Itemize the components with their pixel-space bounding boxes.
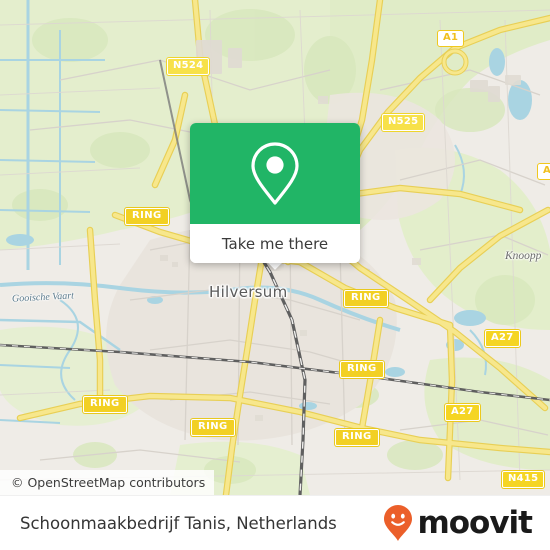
take-me-there-label: Take me there (221, 234, 329, 253)
place-callout-card[interactable]: Take me there (190, 123, 360, 263)
osm-attribution-text: © OpenStreetMap contributors (11, 475, 206, 490)
moovit-place-map-screen: Hilversum Gooische Vaart Knoopp N524 A1 … (0, 0, 550, 550)
osm-attribution[interactable]: © OpenStreetMap contributors (0, 470, 215, 495)
footer-bar: Schoonmaakbedrijf Tanis, Netherlands moo… (0, 495, 550, 550)
map-pin-icon (251, 141, 299, 205)
moovit-wordmark: moovit (417, 504, 533, 541)
card-pin-area (190, 123, 360, 224)
moovit-brand[interactable]: moovit (383, 504, 533, 542)
take-me-there-button[interactable]: Take me there (190, 224, 360, 263)
place-title: Schoonmaakbedrijf Tanis, Netherlands (20, 513, 337, 533)
moovit-smiley-pin-icon (384, 505, 413, 541)
